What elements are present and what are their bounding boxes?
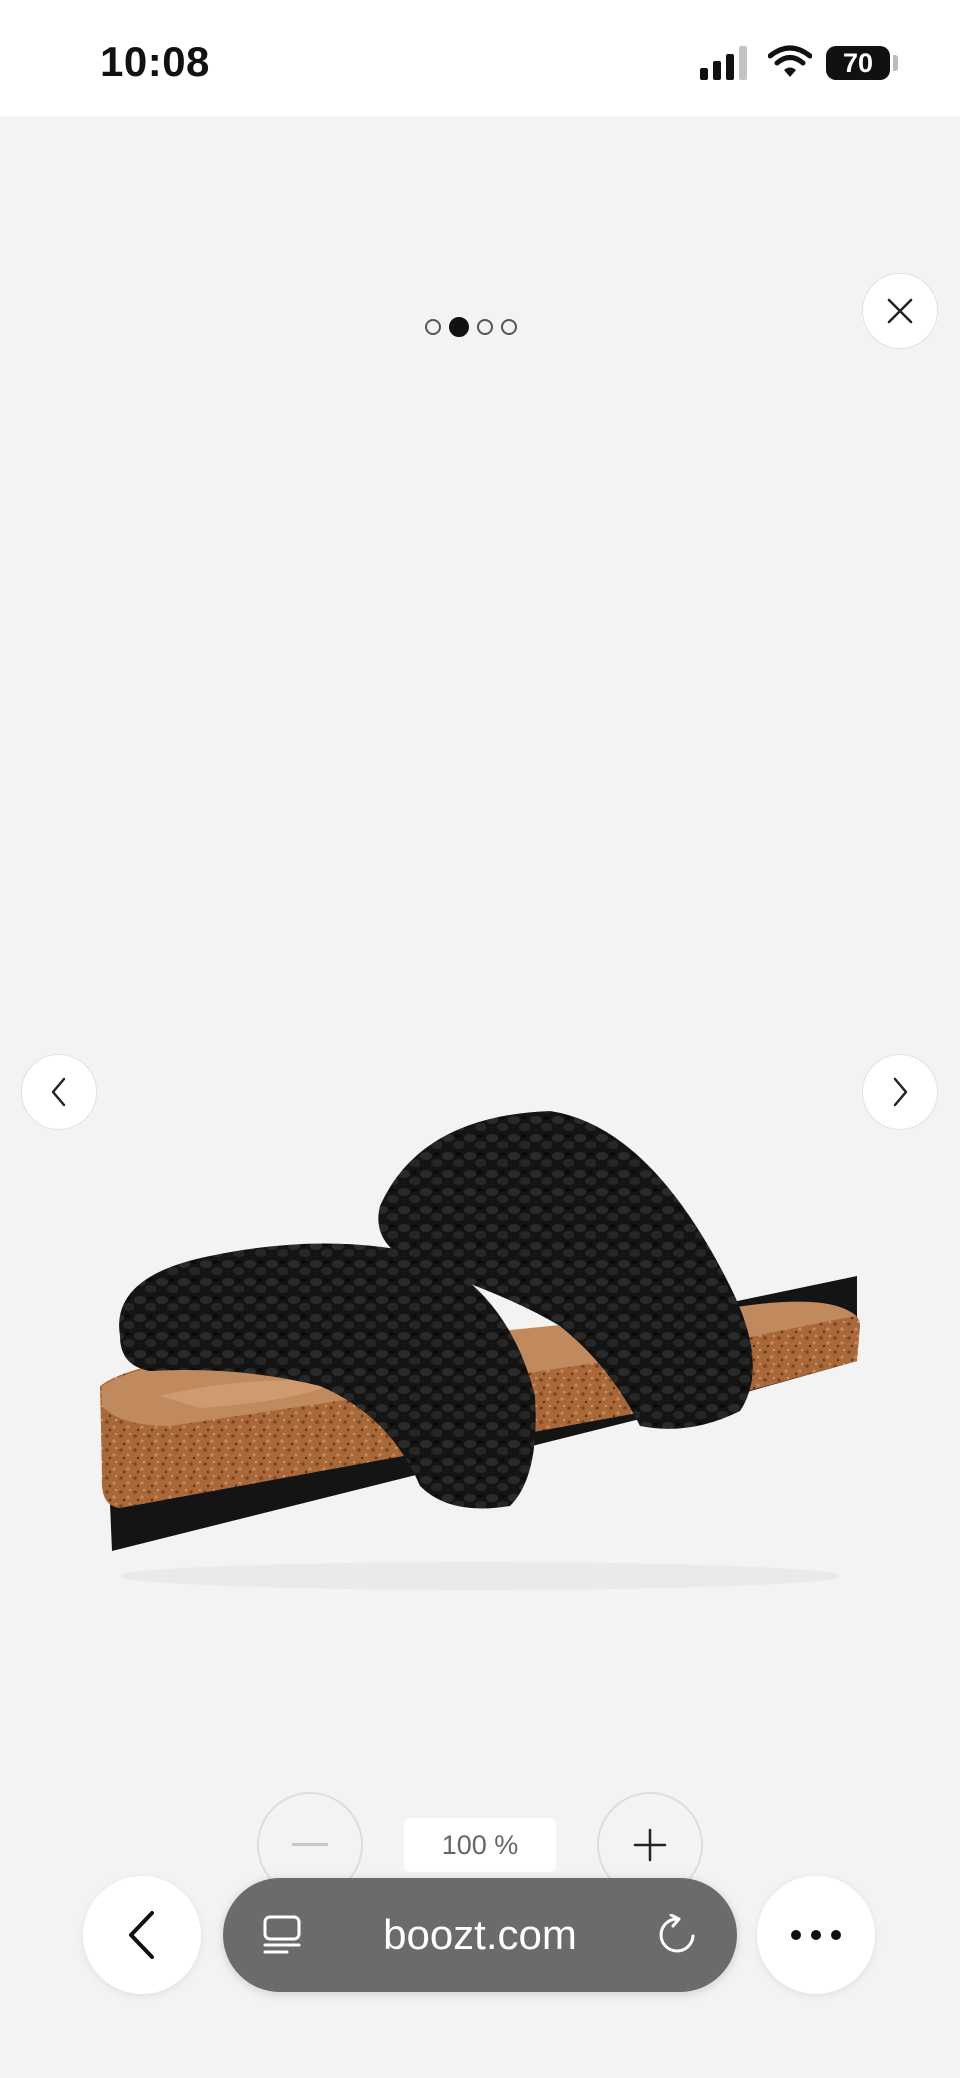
status-time: 10:08 [100,38,210,85]
next-image-button[interactable] [862,1054,938,1130]
pagination-dot[interactable] [425,319,441,335]
pagination-dot[interactable] [501,319,517,335]
minus-icon [292,1843,328,1846]
product-image[interactable] [90,1096,870,1656]
battery-indicator: 70 [826,46,890,80]
pagination-dot[interactable] [477,319,493,335]
plus-icon [633,1828,667,1862]
close-icon [887,298,913,324]
reload-icon[interactable] [657,1914,699,1956]
cellular-signal-icon [700,46,747,80]
more-icon [791,1930,841,1940]
wifi-icon [768,45,812,77]
zoom-level: 100 % [404,1818,556,1872]
image-viewer: 100 % [0,116,960,2078]
pagination-dots [425,317,517,337]
chevron-left-icon [51,1077,66,1107]
battery-nub [893,55,898,71]
back-chevron-icon [129,1911,154,1959]
more-options-button[interactable] [757,1876,875,1994]
previous-image-button[interactable] [21,1054,97,1130]
browser-back-button[interactable] [83,1876,201,1994]
url-bar[interactable]: boozt.com [223,1878,737,1992]
status-bar: 10:08 70 [0,0,960,116]
pagination-dot-active[interactable] [449,317,469,337]
chevron-right-icon [893,1077,908,1107]
close-button[interactable] [862,273,938,349]
